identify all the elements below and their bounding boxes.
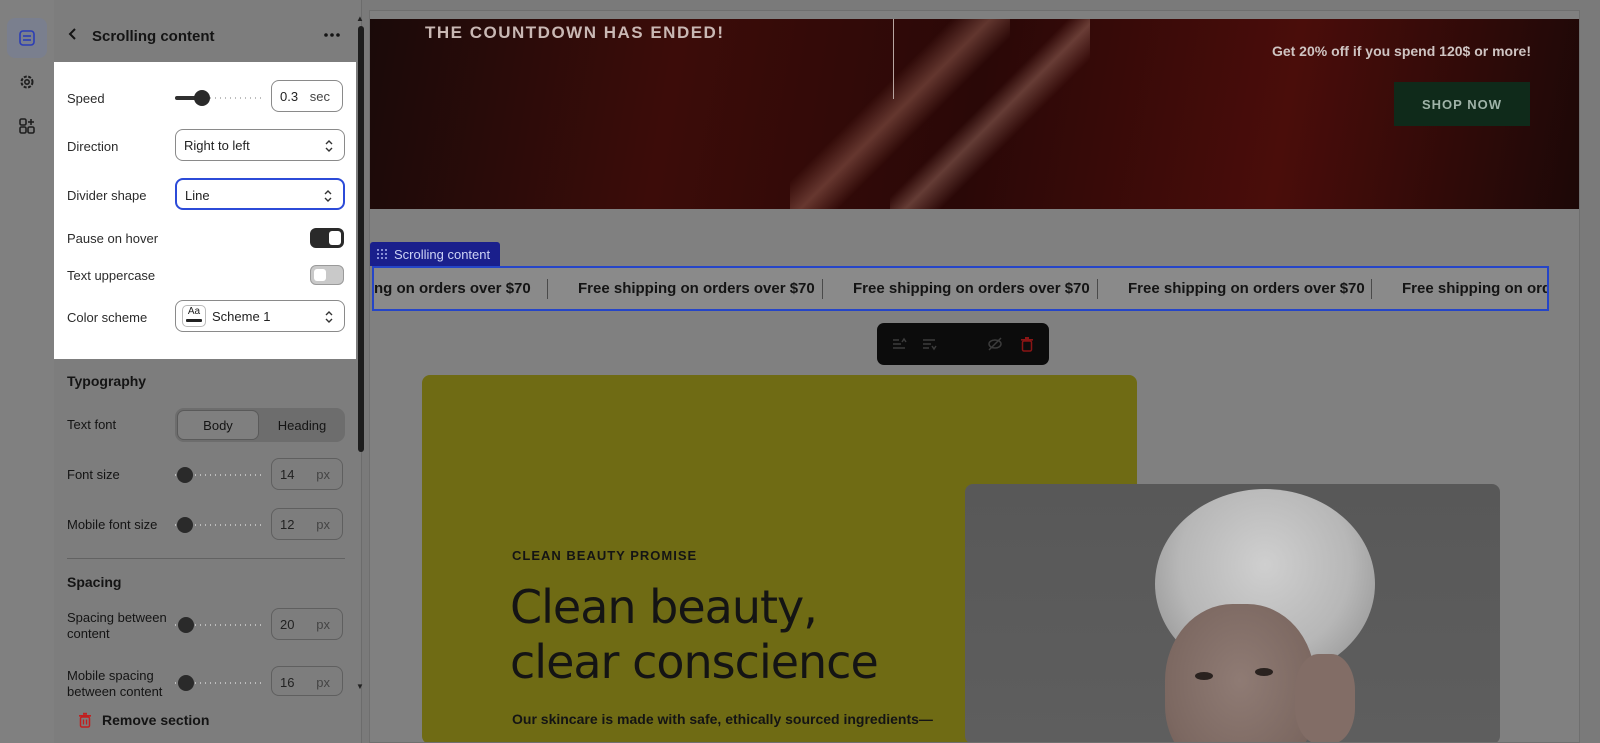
section-floating-toolbar (877, 323, 1049, 365)
marquee-divider (547, 279, 548, 299)
hide-eye-icon[interactable] (987, 336, 1003, 352)
marquee-item: ng on orders over $70 (374, 280, 531, 297)
sections-icon[interactable] (7, 18, 47, 58)
pause-on-hover-label: Pause on hover (67, 231, 159, 246)
mobile-spacing-between-label: Mobile spacing between content (67, 668, 163, 698)
chevron-updown-icon (324, 190, 332, 202)
countdown-text: THE COUNTDOWN HAS ENDED! (425, 23, 725, 42)
chevron-left-icon[interactable] (66, 27, 80, 41)
spacing-heading: Spacing (67, 574, 122, 590)
chevron-updown-icon (325, 311, 333, 323)
marquee-divider (1371, 279, 1372, 299)
marquee-divider (1097, 279, 1098, 299)
divider-shape-label: Divider shape (67, 188, 147, 203)
mobile-font-size-label: Mobile font size (67, 517, 158, 532)
apps-icon[interactable] (7, 106, 47, 146)
speed-label: Speed (67, 91, 105, 106)
color-scheme-label: Color scheme (67, 310, 148, 325)
spacing-between-label: Spacing between content (67, 610, 167, 641)
section-divider (67, 558, 345, 559)
direction-label: Direction (67, 139, 119, 154)
settings-panel: Scrolling content ▲ ▼ Speed 0.3 sec Dire… (54, 0, 364, 743)
mobile-font-size-input[interactable]: 12 px (271, 508, 343, 540)
font-size-label: Font size (67, 467, 120, 482)
marquee-item: Free shipping on orders over $70 (1128, 280, 1365, 297)
mobile-font-size-slider[interactable] (175, 517, 263, 533)
marquee-divider (822, 279, 823, 299)
hero-offer-text: Get 20% off if you spend 120$ or more! (1271, 43, 1531, 59)
trash-icon (79, 712, 91, 728)
speed-slider[interactable] (175, 90, 263, 106)
shop-now-button[interactable]: SHOP NOW (1394, 82, 1530, 126)
text-uppercase-toggle[interactable] (310, 265, 344, 285)
scroll-up-arrow[interactable]: ▲ (356, 14, 364, 23)
more-dots-icon[interactable] (322, 28, 342, 42)
promo-title: Clean beauty, clear conscience (510, 580, 879, 689)
text-font-heading-option[interactable]: Heading (261, 410, 343, 440)
direction-select[interactable]: Right to left (175, 129, 345, 161)
spacing-between-input[interactable]: 20 px (271, 608, 343, 640)
countdown-hero-banner: THE COUNTDOWN HAS ENDED! Get 20% off if … (370, 19, 1579, 209)
chevron-updown-icon (325, 140, 333, 152)
model-towel-image (965, 484, 1500, 742)
move-down-icon[interactable] (921, 336, 937, 352)
move-up-icon[interactable] (891, 336, 907, 352)
color-scheme-select[interactable]: Aa Scheme 1 (175, 300, 345, 332)
spacing-between-slider[interactable] (175, 617, 263, 633)
promo-body: Our skincare is made with safe, ethicall… (512, 711, 933, 727)
marquee-item: Free shipping on orders over $70 (578, 280, 815, 297)
panel-scrollbar[interactable] (358, 26, 364, 452)
grid-drag-icon (377, 249, 387, 259)
delete-icon[interactable] (1019, 336, 1035, 352)
panel-title: Scrolling content (92, 28, 215, 45)
scrolling-settings-card: Speed 0.3 sec Direction Right to left Di… (54, 62, 356, 359)
pause-on-hover-toggle[interactable] (310, 228, 344, 248)
section-tag[interactable]: Scrolling content (370, 242, 501, 266)
store-preview: THE COUNTDOWN HAS ENDED! Get 20% off if … (369, 10, 1580, 743)
scheme-swatch: Aa (182, 305, 206, 327)
scrolling-content-marquee[interactable]: ng on orders over $70 Free shipping on o… (372, 266, 1549, 311)
scroll-down-arrow[interactable]: ▼ (356, 682, 364, 691)
font-size-input[interactable]: 14 px (271, 458, 343, 490)
remove-section-label: Remove section (102, 712, 210, 728)
promo-eyebrow: CLEAN BEAUTY PROMISE (512, 548, 698, 563)
marquee-item: Free shipping on orders (1402, 280, 1549, 297)
remove-section-button[interactable]: Remove section (78, 712, 209, 728)
marquee-item: Free shipping on orders over $70 (853, 280, 1090, 297)
text-font-label: Text font (67, 417, 117, 432)
text-font-body-option[interactable]: Body (177, 410, 259, 440)
font-size-slider[interactable] (175, 467, 263, 483)
left-rail (0, 0, 54, 743)
mobile-spacing-between-slider[interactable] (175, 675, 263, 691)
text-uppercase-label: Text uppercase (67, 268, 156, 283)
mobile-spacing-between-input[interactable]: 16 px (271, 666, 343, 696)
settings-gear-icon[interactable] (7, 62, 47, 102)
text-font-segmented: Body Heading (175, 408, 345, 442)
typography-heading: Typography (67, 373, 147, 389)
divider-shape-select[interactable]: Line (175, 178, 345, 210)
speed-input[interactable]: 0.3 sec (271, 80, 343, 112)
